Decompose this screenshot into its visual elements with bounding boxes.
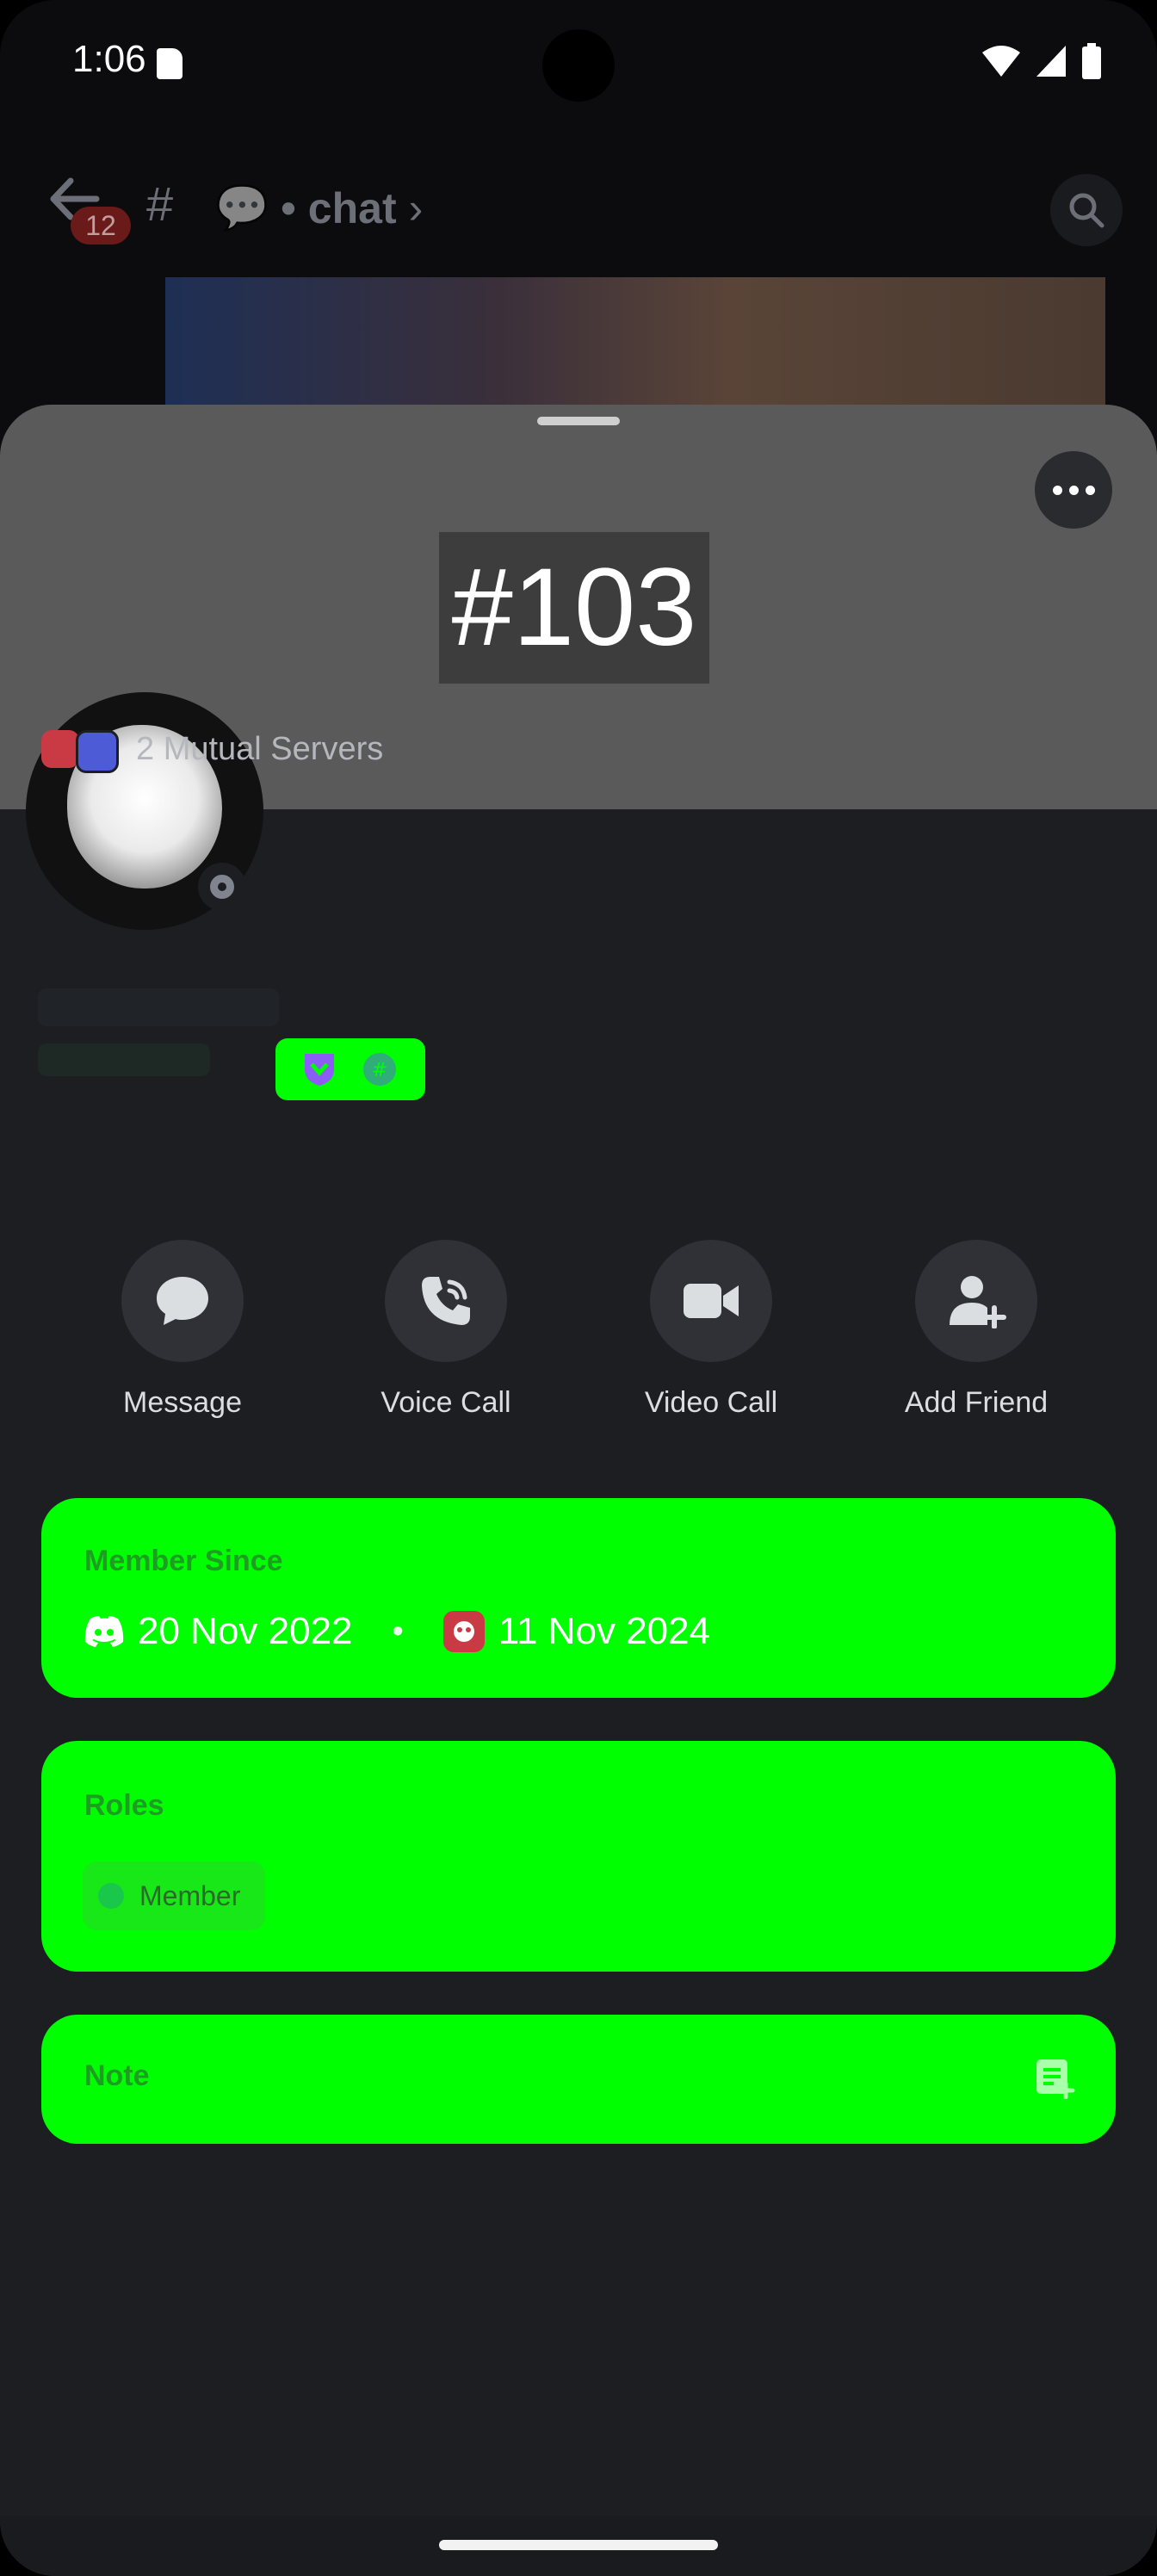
channel-chevron: › — [408, 183, 424, 232]
mutual-server-icons — [41, 728, 124, 773]
banner-tag-label: #103 — [439, 532, 709, 684]
status-bar: 1:06 — [0, 0, 1157, 129]
sd-card-icon — [157, 48, 183, 79]
status-icons — [981, 43, 1102, 79]
add-friend-circle — [915, 1240, 1037, 1362]
add-friend-label: Add Friend — [904, 1386, 1049, 1419]
search-button[interactable] — [1050, 174, 1123, 246]
offline-status-indicator — [198, 863, 246, 911]
video-call-button[interactable]: Video Call — [608, 1240, 814, 1420]
more-dot-icon — [1085, 485, 1095, 495]
channel-emoji: 💬 — [215, 183, 269, 232]
sheet-drag-handle[interactable] — [537, 417, 620, 425]
member-since-row: 20 Nov 2022 • 11 Nov 2024 — [84, 1610, 710, 1653]
profile-sheet: #103 # 2 Mutual Servers — [0, 405, 1157, 2576]
server-icon — [41, 730, 79, 768]
phone-icon — [422, 1277, 470, 1325]
profile-badges[interactable]: # — [275, 1038, 425, 1100]
discord-logo-icon — [84, 1616, 124, 1647]
wifi-icon — [982, 46, 1020, 77]
chat-bubble-icon — [157, 1277, 208, 1325]
video-camera-icon — [684, 1284, 739, 1318]
hypesquad-badge-icon — [305, 1054, 334, 1086]
add-friend-icon — [950, 1276, 1006, 1328]
message-button[interactable]: Message — [79, 1240, 286, 1420]
status-time: 1:06 — [72, 38, 146, 80]
add-friend-button[interactable]: Add Friend — [873, 1240, 1080, 1420]
action-buttons: Message Voice Call Video Call Add Friend — [0, 1240, 1157, 1419]
signal-icon — [1036, 46, 1066, 77]
add-note-icon[interactable] — [1033, 2056, 1076, 2099]
note-card[interactable]: Note — [41, 2015, 1116, 2144]
server-member-date: 11 Nov 2024 — [498, 1610, 711, 1652]
more-options-button[interactable] — [1035, 451, 1112, 529]
channel-hash-icon: # — [146, 176, 174, 231]
app-screen: 1:06 12 # 💬 • chat › #103 # 2 Mutual Ser… — [0, 0, 1157, 2576]
note-heading: Note — [84, 2059, 150, 2092]
channel-name: chat — [307, 183, 397, 232]
username-redacted — [38, 1043, 210, 1076]
active-developer-badge-icon: # — [363, 1053, 396, 1086]
server-icon — [76, 730, 119, 773]
message-circle — [121, 1240, 244, 1362]
video-call-circle — [650, 1240, 772, 1362]
role-label: Member — [139, 1879, 241, 1911]
home-gesture-pill[interactable] — [439, 2540, 718, 2550]
voice-call-circle — [385, 1240, 507, 1362]
more-dot-icon — [1068, 485, 1079, 495]
battery-icon — [1082, 43, 1101, 79]
discord-member-date: 20 Nov 2022 — [138, 1610, 353, 1652]
member-since-heading: Member Since — [84, 1545, 283, 1577]
background-message-image — [165, 277, 1105, 415]
member-since-card: Member Since 20 Nov 2022 • 11 Nov 2024 — [41, 1498, 1116, 1698]
mutual-servers-label: 2 Mutual Servers — [136, 730, 384, 767]
voice-call-label: Voice Call — [381, 1386, 511, 1419]
video-call-label: Video Call — [644, 1386, 778, 1419]
svg-text:#: # — [372, 1060, 387, 1081]
voice-call-button[interactable]: Voice Call — [343, 1240, 549, 1420]
channel-title[interactable]: 💬 • chat › — [215, 183, 423, 233]
search-icon — [1069, 193, 1104, 228]
display-name-redacted — [38, 988, 279, 1026]
status-ring-icon — [210, 875, 234, 899]
server-icon — [442, 1611, 485, 1652]
role-color-dot — [98, 1883, 124, 1909]
unread-badge: 12 — [71, 207, 131, 245]
more-dot-icon — [1052, 485, 1062, 495]
roles-heading: Roles — [84, 1789, 164, 1822]
mutual-servers[interactable]: 2 Mutual Servers — [41, 723, 383, 775]
roles-card: Roles Member — [41, 1741, 1116, 1972]
role-pill[interactable]: Member — [83, 1861, 265, 1930]
message-label: Message — [123, 1386, 242, 1419]
camera-cutout — [542, 29, 615, 102]
channel-separator: • — [281, 183, 296, 232]
date-separator: • — [392, 1613, 404, 1650]
channel-header: 12 # 💬 • chat › — [0, 164, 1157, 250]
